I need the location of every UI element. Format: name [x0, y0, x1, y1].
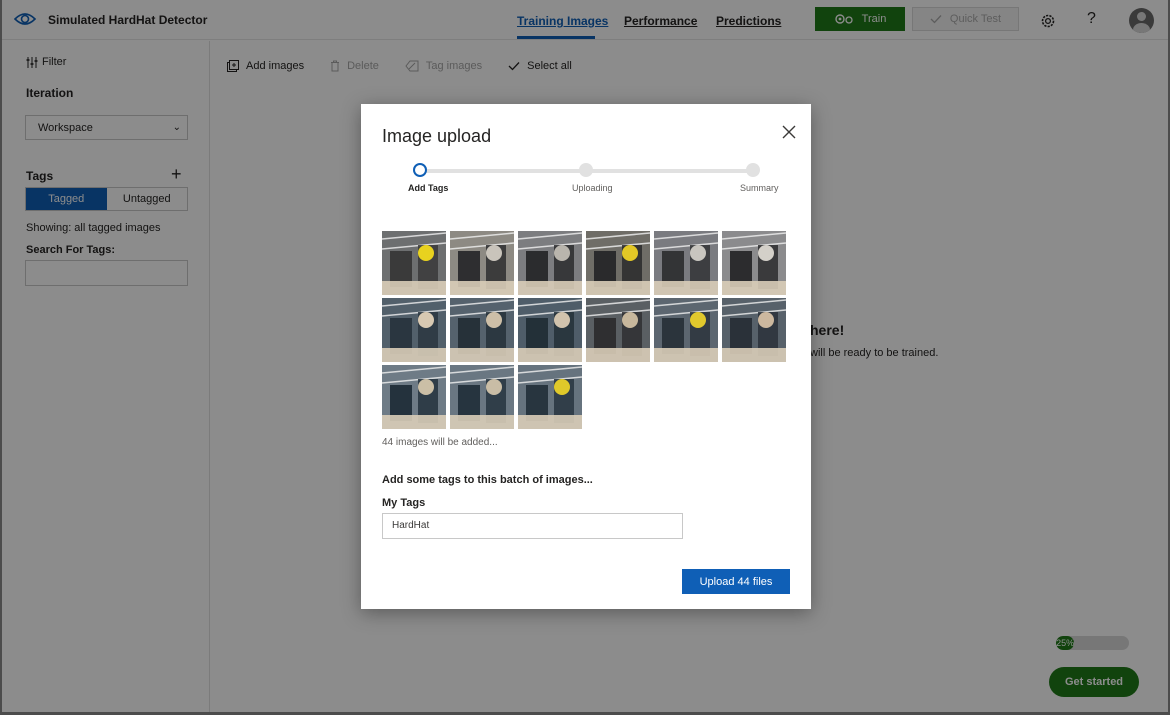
image-thumbnail	[586, 231, 650, 295]
image-thumbnail	[586, 298, 650, 362]
image-upload-dialog: Image upload Add Tags Uploading Summary …	[361, 104, 811, 609]
step-summary-marker	[746, 163, 760, 177]
add-tags-prompt: Add some tags to this batch of images...	[382, 474, 593, 486]
image-thumbnail-grid	[382, 231, 786, 429]
dialog-title: Image upload	[382, 126, 492, 146]
image-thumbnail	[518, 365, 582, 429]
photo-preview-icon	[654, 298, 718, 362]
image-thumbnail	[722, 298, 786, 362]
photo-preview-icon	[722, 231, 786, 295]
step-add-tags-label: Add Tags	[408, 183, 449, 193]
image-thumbnail	[518, 298, 582, 362]
image-thumbnail	[382, 231, 446, 295]
image-thumbnail	[722, 231, 786, 295]
photo-preview-icon	[382, 298, 446, 362]
image-thumbnail	[382, 298, 446, 362]
photo-preview-icon	[450, 298, 514, 362]
upload-files-button[interactable]: Upload 44 files	[682, 569, 790, 594]
close-icon[interactable]	[781, 124, 797, 140]
photo-preview-icon	[654, 231, 718, 295]
photo-preview-icon	[518, 231, 582, 295]
step-uploading-marker	[579, 163, 593, 177]
photo-preview-icon	[450, 231, 514, 295]
photo-preview-icon	[518, 365, 582, 429]
step-uploading-label: Uploading	[572, 183, 613, 193]
image-thumbnail	[518, 231, 582, 295]
image-thumbnail	[654, 298, 718, 362]
photo-preview-icon	[586, 298, 650, 362]
image-thumbnail	[450, 365, 514, 429]
image-thumbnail	[654, 231, 718, 295]
image-thumbnail	[450, 231, 514, 295]
image-thumbnail	[382, 365, 446, 429]
photo-preview-icon	[382, 365, 446, 429]
my-tags-label: My Tags	[382, 497, 426, 509]
photo-preview-icon	[450, 365, 514, 429]
step-add-tags-marker	[413, 163, 427, 177]
step-summary-label: Summary	[740, 183, 779, 193]
photo-preview-icon	[382, 231, 446, 295]
photo-preview-icon	[518, 298, 582, 362]
photo-preview-icon	[586, 231, 650, 295]
image-thumbnail	[450, 298, 514, 362]
photo-preview-icon	[722, 298, 786, 362]
my-tags-input[interactable]: HardHat	[382, 513, 683, 539]
images-added-text: 44 images will be added...	[382, 437, 498, 448]
